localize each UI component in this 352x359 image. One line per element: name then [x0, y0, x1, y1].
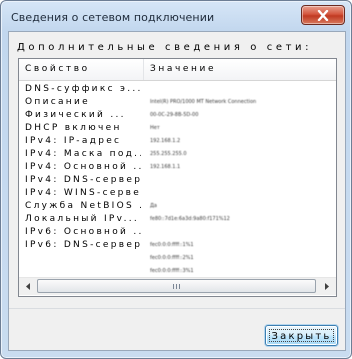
cell-value: fec0:0:0:ffff::3%1: [150, 268, 194, 274]
table-row[interactable]: Локальный IPv... fe80::7d1e:6a3d:9a80:f17…: [19, 213, 336, 226]
cell-property: IPv4: Основной ...: [25, 162, 141, 172]
table-row[interactable]: DHCP включен Нет: [19, 122, 336, 135]
separator: [9, 308, 345, 309]
column-header-property[interactable]: Свойство: [19, 59, 144, 80]
cell-value: fec0:0:0:ffff::2%1: [150, 255, 194, 261]
column-header-value[interactable]: Значение: [144, 59, 336, 80]
cell-value: 255.255.255.0: [150, 151, 187, 157]
cell-value: 192.168.1.2: [150, 138, 181, 144]
list-header: Свойство Значение: [19, 59, 336, 81]
close-button[interactable]: Закрыть: [265, 325, 338, 346]
cell-property: Описание: [25, 97, 90, 107]
table-row[interactable]: Физический ... 00-0C-29-8B-5D-00: [19, 109, 336, 122]
table-row[interactable]: IPv4: DNS-сервер: [19, 174, 336, 187]
cell-value: Intel(R) PRO/1000 MT Network Connection: [150, 99, 257, 105]
cell-property: IPv4: WINS-сервер: [25, 188, 141, 198]
cell-value: 00-0C-29-8B-5D-00: [150, 112, 199, 118]
cell-property: Локальный IPv...: [25, 214, 140, 224]
list-rows: DNS-суффикс э... Описание Intel(R) PRO/100…: [19, 83, 336, 278]
cell-property: IPv4: IP-адрес: [25, 136, 122, 146]
cell-property: DNS-суффикс э...: [25, 84, 141, 94]
table-row[interactable]: IPv4: Основной ... 192.168.1.1: [19, 161, 336, 174]
cell-property: IPv6: DNS-сервер...: [25, 240, 141, 250]
window-close-button[interactable]: [301, 5, 345, 25]
table-row[interactable]: IPv6: DNS-сервер... fec0:0:0:ffff::1%1: [19, 239, 336, 252]
dialog-body: Дополнительные сведения о сети: Свойство…: [8, 31, 346, 351]
dialog-window: Сведения о сетевом подключении Дополните…: [0, 0, 352, 359]
title-bar[interactable]: Сведения о сетевом подключении: [1, 1, 351, 31]
cell-property: Физический ...: [25, 110, 126, 120]
cell-value: 192.168.1.1: [150, 164, 181, 170]
table-row[interactable]: IPv4: WINS-сервер: [19, 187, 336, 200]
cell-property: Служба NetBIOS ...: [25, 201, 141, 211]
table-row[interactable]: IPv6: Основной ...: [19, 226, 336, 239]
arrow-left-icon: [26, 283, 30, 290]
scroll-left-button[interactable]: [20, 279, 36, 294]
table-row[interactable]: IPv4: IP-адрес 192.168.1.2: [19, 135, 336, 148]
cell-property: IPv4: DNS-сервер: [25, 175, 141, 185]
scroll-right-button[interactable]: [319, 279, 335, 294]
close-x-icon: [317, 9, 329, 21]
table-row[interactable]: Служба NetBIOS ... Да: [19, 200, 336, 213]
close-button-label: Закрыть: [271, 331, 332, 342]
scroll-thumb[interactable]: [37, 279, 316, 293]
cell-value: Нет: [150, 125, 160, 131]
cell-property: IPv4: Маска под...: [25, 149, 141, 159]
window-title: Сведения о сетевом подключении: [11, 11, 215, 24]
table-row[interactable]: fec0:0:0:ffff::2%1: [19, 252, 336, 265]
table-row[interactable]: IPv4: Маска под... 255.255.255.0: [19, 148, 336, 161]
cell-value: Да: [150, 203, 157, 209]
table-row[interactable]: Описание Intel(R) PRO/1000 MT Network Con…: [19, 96, 336, 109]
cell-value: fec0:0:0:ffff::1%1: [150, 242, 194, 248]
cell-property: DHCP включен: [25, 123, 122, 133]
cell-property: IPv6: Основной ...: [25, 227, 141, 237]
arrow-right-icon: [325, 283, 329, 290]
details-listview[interactable]: Свойство Значение DNS-суффикс э... Описан…: [18, 58, 337, 297]
details-caption: Дополнительные сведения о сети:: [17, 42, 313, 53]
table-row[interactable]: DNS-суффикс э...: [19, 83, 336, 96]
horizontal-scrollbar[interactable]: [19, 277, 336, 295]
cell-value: fe80::7d1e:6a3d:9a80:f171%12: [150, 216, 230, 222]
